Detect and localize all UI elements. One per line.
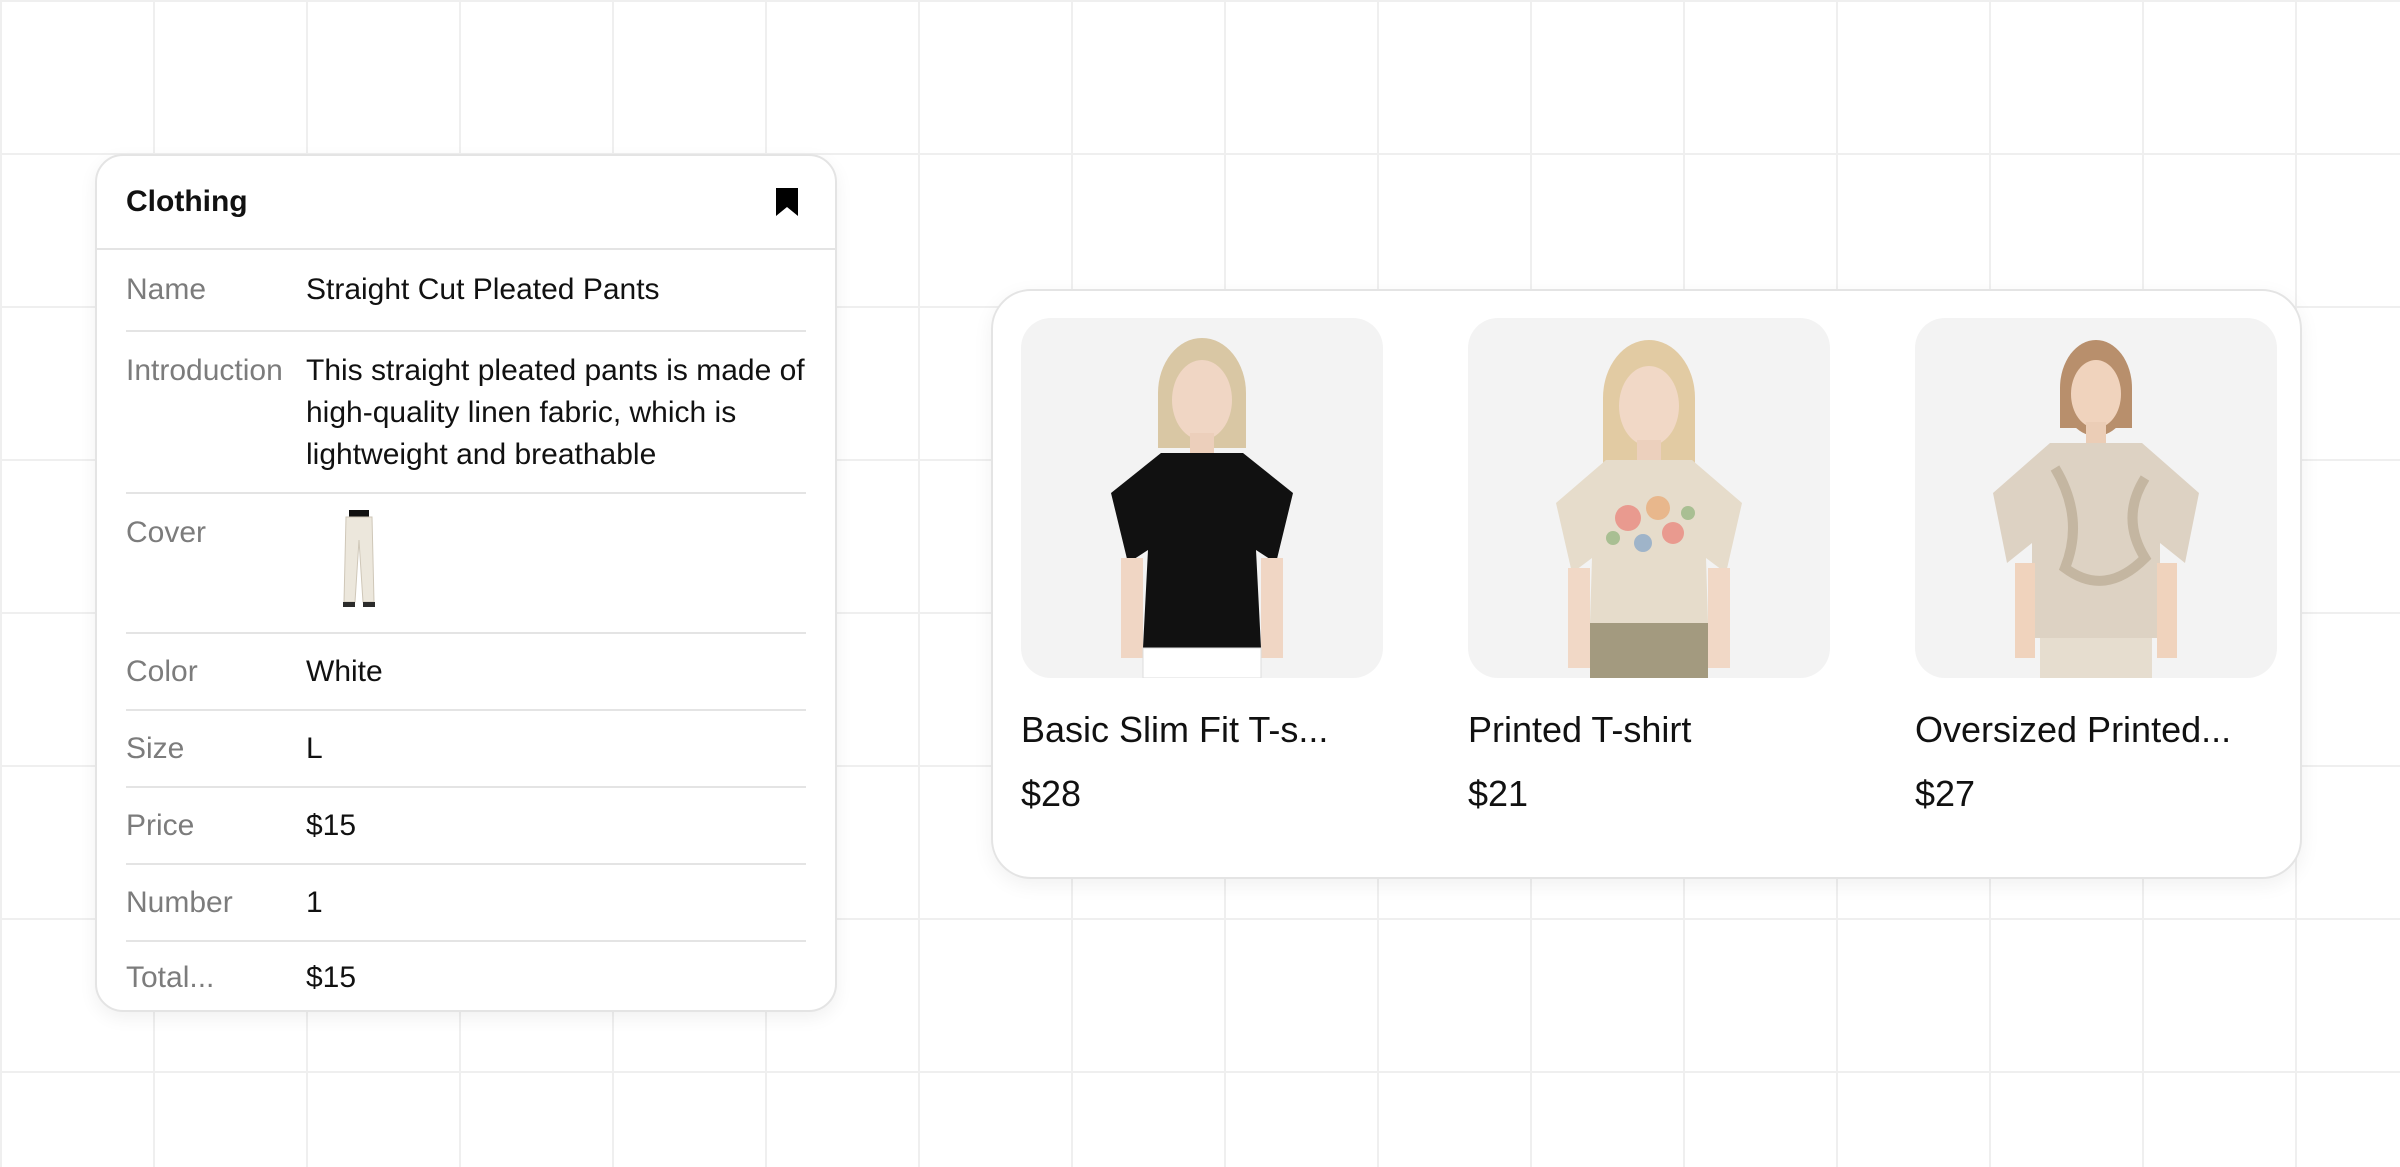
field-label: Price (126, 808, 195, 842)
field-label: Number (126, 885, 233, 919)
field-label: Introduction (126, 354, 283, 387)
field-row-introduction: Introduction This straight pleated pants… (126, 332, 806, 494)
cover-image[interactable] (336, 510, 382, 610)
field-value-cover (306, 510, 806, 622)
field-label: Name (126, 273, 207, 306)
product-price: $21 (1468, 773, 1529, 814)
field-row-total: Total... $15 (126, 942, 806, 1010)
field-row-size: Size L (126, 711, 806, 788)
product-image[interactable] (1468, 318, 1830, 678)
product-list-card: Basic Slim Fit T-s... $28 Printed T-shir… (991, 289, 2302, 879)
field-label: Cover (126, 516, 207, 549)
bookmark-icon[interactable] (767, 182, 807, 222)
product-price: $27 (1915, 773, 1976, 814)
product-name[interactable]: Basic Slim Fit T-s... (1021, 708, 1383, 752)
detail-title: Clothing (126, 185, 248, 218)
field-label: Total... (126, 961, 215, 994)
product-card[interactable]: Printed T-shirt $21 (1468, 318, 1830, 816)
product-image[interactable] (1915, 318, 2277, 678)
field-value-number: 1 (306, 885, 323, 919)
field-value-color: White (306, 654, 383, 688)
field-list: Name Straight Cut Pleated Pants Introduc… (97, 250, 835, 1010)
field-label: Size (126, 731, 185, 765)
product-name[interactable]: Printed T-shirt (1468, 708, 1830, 752)
product-card[interactable]: Oversized Printed... $27 (1915, 318, 2277, 816)
field-row-price: Price $15 (126, 788, 806, 865)
field-value-introduction: This straight pleated pants is made of h… (306, 354, 805, 471)
product-image[interactable] (1021, 318, 1383, 678)
product-card[interactable]: Basic Slim Fit T-s... $28 (1021, 318, 1383, 816)
field-value-size: L (306, 731, 323, 765)
field-row-name: Name Straight Cut Pleated Pants (126, 250, 806, 332)
field-row-cover: Cover (126, 494, 806, 634)
field-row-color: Color White (126, 634, 806, 711)
field-value-total: $15 (306, 961, 357, 994)
detail-header: Clothing (97, 156, 835, 250)
field-label: Color (126, 654, 198, 688)
field-value-name: Straight Cut Pleated Pants (306, 273, 660, 306)
clothing-detail-card: Clothing Name Straight Cut Pleated Pants… (95, 154, 837, 1012)
product-price: $28 (1021, 773, 1082, 814)
field-value-price: $15 (306, 808, 357, 842)
field-row-number: Number 1 (126, 865, 806, 942)
product-name[interactable]: Oversized Printed... (1915, 708, 2277, 752)
